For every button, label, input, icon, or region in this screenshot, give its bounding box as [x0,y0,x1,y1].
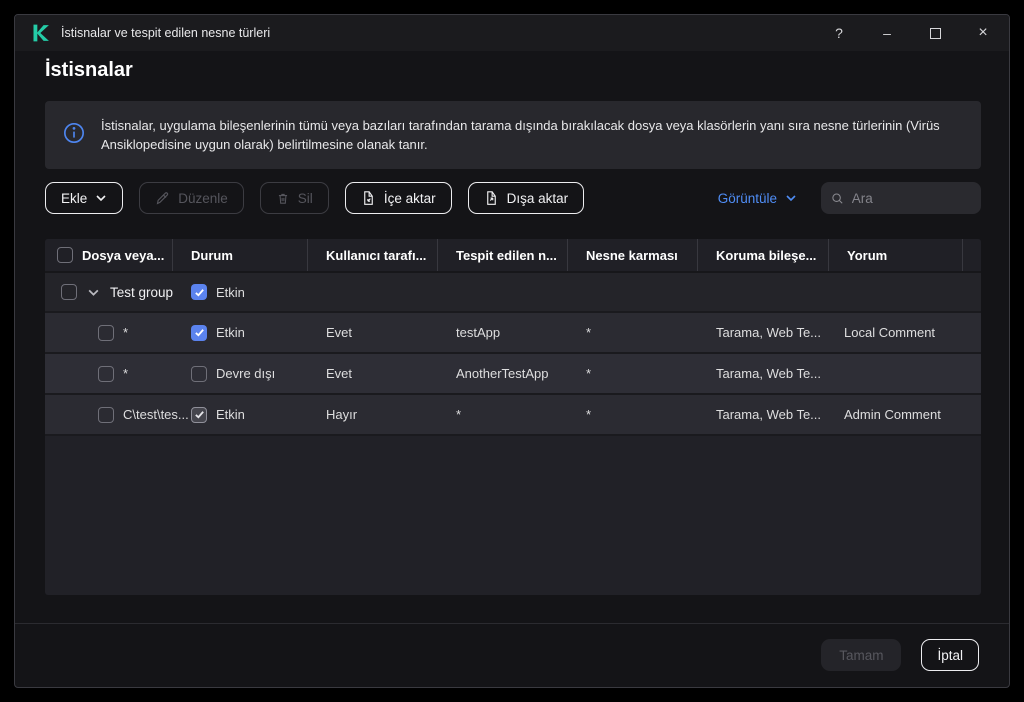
info-banner-text: İstisnalar, uygulama bileşenlerinin tümü… [101,116,981,154]
footer-divider [15,623,1009,624]
add-button-label: Ekle [61,191,87,206]
edit-button-label: Düzenle [178,191,228,206]
row-detected-cell: testApp [438,325,568,340]
header-detected-column[interactable]: Tespit edilen n... [438,239,568,271]
row-status-label: Etkin [216,325,245,340]
ok-button[interactable]: Tamam [821,639,901,671]
group-select-checkbox[interactable] [61,284,77,300]
delete-button-label: Sil [298,191,313,206]
import-icon [361,190,376,206]
window-title: İstisnalar ve tespit edilen nesne türler… [61,26,270,40]
search-icon [831,191,844,206]
group-status-label: Etkin [216,285,245,300]
view-dropdown[interactable]: Görüntüle [718,191,797,206]
row-component-cell: Tarama, Web Te... [698,366,829,381]
row-user-cell: Evet [308,325,438,340]
chevron-down-icon [95,192,107,204]
maximize-button[interactable] [911,15,959,51]
edit-button[interactable]: Düzenle [139,182,244,214]
header-component-column[interactable]: Koruma bileşe... [698,239,829,271]
row-file-cell: C\test\tes... [45,407,173,423]
header-status-column[interactable]: Durum [173,239,308,271]
kaspersky-logo-icon [31,23,51,43]
row-detected-cell: * [438,407,568,422]
window-controls: ? – × [815,15,1007,51]
group-status-checkbox[interactable] [191,284,207,300]
table-row[interactable]: * Etkin Evet testApp * Tarama, Web Te...… [45,313,981,354]
group-status-cell: Etkin [173,284,308,300]
header-file-label: Dosya veya... [82,248,164,263]
app-window: İstisnalar ve tespit edilen nesne türler… [14,14,1010,688]
row-comment-cell: Local Comment [829,325,963,340]
row-status-checkbox[interactable] [191,325,207,341]
toolbar: Ekle Düzenle Sil İçe aktar Dışa aktar Gö… [45,182,981,214]
header-end-spacer [963,239,981,271]
row-path: * [123,366,128,381]
row-status-label: Devre dışı [216,366,275,381]
info-icon [63,122,85,149]
row-hash-cell: * [568,325,698,340]
header-user-column[interactable]: Kullanıcı tarafı... [308,239,438,271]
row-select-checkbox[interactable] [98,407,114,423]
export-button[interactable]: Dışa aktar [468,182,585,214]
table-header-row: Dosya veya... Durum Kullanıcı tarafı... … [45,239,981,273]
row-component-cell: Tarama, Web Te... [698,407,829,422]
import-button-label: İçe aktar [384,191,436,206]
minimize-button[interactable]: – [863,15,911,51]
row-comment-cell: Admin Comment [829,407,963,422]
row-component-cell: Tarama, Web Te... [698,325,829,340]
add-button[interactable]: Ekle [45,182,123,214]
row-select-checkbox[interactable] [98,366,114,382]
group-name-cell: Test group [45,284,173,300]
row-file-cell: * [45,325,173,341]
info-banner: İstisnalar, uygulama bileşenlerinin tümü… [45,101,981,169]
row-status-cell: Devre dışı [173,366,308,382]
titlebar: İstisnalar ve tespit edilen nesne türler… [15,15,1009,51]
footer: Tamam İptal [15,639,1009,671]
row-status-cell: Etkin [173,325,308,341]
trash-icon [276,191,290,206]
row-user-cell: Hayır [308,407,438,422]
row-status-checkbox[interactable] [191,366,207,382]
row-hash-cell: * [568,366,698,381]
row-file-cell: * [45,366,173,382]
group-expand-chevron-icon[interactable] [87,286,100,299]
row-select-checkbox[interactable] [98,325,114,341]
row-status-checkbox[interactable] [191,407,207,423]
header-comment-column[interactable]: Yorum [829,239,963,271]
table-row[interactable]: C\test\tes... Etkin Hayır * * Tarama, We… [45,395,981,436]
pencil-icon [155,191,170,206]
delete-button[interactable]: Sil [260,182,329,214]
header-hash-column[interactable]: Nesne karması [568,239,698,271]
row-detected-cell: AnotherTestApp [438,366,568,381]
cancel-button[interactable]: İptal [921,639,979,671]
header-file-column[interactable]: Dosya veya... [45,239,173,271]
help-button[interactable]: ? [815,15,863,51]
chevron-down-icon [785,192,797,204]
row-status-label: Etkin [216,407,245,422]
search-box [821,182,981,214]
row-hash-cell: * [568,407,698,422]
page-title: İstisnalar [45,59,133,82]
import-button[interactable]: İçe aktar [345,182,452,214]
export-icon [484,190,499,206]
group-row[interactable]: Test group Etkin [45,273,981,313]
exclusions-table: Dosya veya... Durum Kullanıcı tarafı... … [45,239,981,595]
row-user-cell: Evet [308,366,438,381]
row-status-cell: Etkin [173,407,308,423]
export-button-label: Dışa aktar [507,191,569,206]
table-row[interactable]: * Devre dışı Evet AnotherTestApp * Taram… [45,354,981,395]
search-input[interactable] [852,191,971,206]
view-dropdown-label: Görüntüle [718,191,777,206]
row-path: * [123,325,128,340]
maximize-icon [930,28,941,39]
group-name: Test group [110,285,173,300]
select-all-checkbox[interactable] [57,247,73,263]
close-button[interactable]: × [959,15,1007,51]
